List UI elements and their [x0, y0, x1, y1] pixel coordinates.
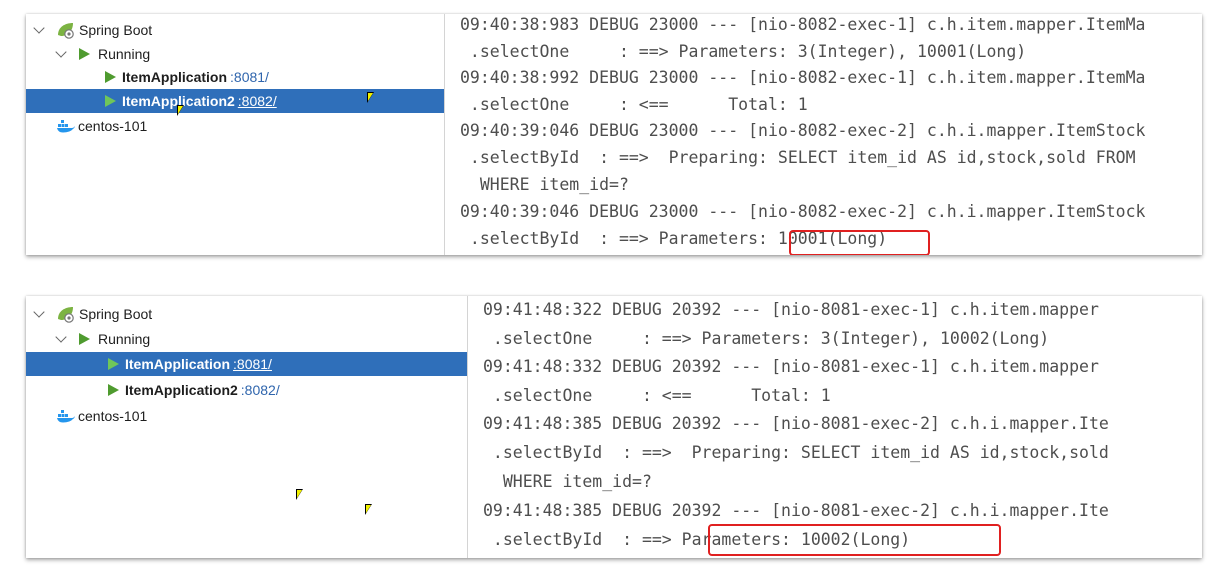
- console-log[interactable]: 09:41:48:322 DEBUG 20392 --- [nio-8081-e…: [468, 296, 1202, 558]
- tree-node-spring-boot[interactable]: Spring Boot: [26, 302, 467, 326]
- log-line: WHERE item_id=?: [460, 175, 629, 194]
- tree-node-item-application2[interactable]: ItemApplication2 :8082/: [26, 378, 467, 402]
- log-line: 09:41:48:385 DEBUG 20392 --- [nio-8081-e…: [483, 414, 1109, 433]
- log-line: .selectOne : <== Total: 1: [460, 95, 808, 114]
- log-line: 09:40:38:983 DEBUG 23000 --- [nio-8082-e…: [460, 15, 1146, 34]
- chevron-down-icon[interactable]: [33, 21, 45, 34]
- run-icon: [105, 71, 116, 83]
- log-line: 09:41:48:332 DEBUG 20392 --- [nio-8081-e…: [483, 357, 1099, 376]
- services-panel-bottom: Spring Boot Running ItemApplication :808…: [26, 296, 1202, 558]
- highlight-box: [789, 230, 930, 255]
- tree-node-running[interactable]: Running: [26, 327, 467, 351]
- spring-boot-label: Spring Boot: [79, 306, 153, 322]
- app-port-link[interactable]: :8082/: [238, 93, 277, 109]
- mouse-cursor-icon: [365, 504, 372, 515]
- tree-node-spring-boot[interactable]: Spring Boot: [26, 18, 444, 42]
- log-line: .selectById : ==> Preparing: SELECT item…: [460, 148, 1136, 167]
- tree-node-centos[interactable]: centos-101: [26, 404, 467, 428]
- log-line: .selectOne : ==> Parameters: 3(Integer),…: [483, 329, 1050, 348]
- chevron-down-icon[interactable]: [33, 305, 45, 318]
- spring-boot-label: Spring Boot: [79, 22, 153, 38]
- log-line: .selectOne : <== Total: 1: [483, 386, 831, 405]
- log-line: 09:41:48:322 DEBUG 20392 --- [nio-8081-e…: [483, 300, 1099, 319]
- log-line: .selectOne : ==> Parameters: 3(Integer),…: [460, 42, 1027, 61]
- mouse-cursor-icon: [367, 92, 374, 103]
- log-line: 09:41:48:385 DEBUG 20392 --- [nio-8081-e…: [483, 501, 1109, 520]
- tree-node-item-application2[interactable]: ItemApplication2 :8082/: [26, 89, 444, 113]
- log-line: WHERE item_id=?: [483, 472, 652, 491]
- tree-node-centos[interactable]: centos-101: [26, 114, 444, 138]
- log-line: .selectById : ==> Preparing: SELECT item…: [483, 443, 1109, 462]
- services-tree: Spring Boot Running ItemApplication :808…: [26, 14, 445, 255]
- services-panel-top: Spring Boot Running ItemApplication :808…: [26, 14, 1202, 255]
- log-line: 09:40:38:992 DEBUG 23000 --- [nio-8082-e…: [460, 68, 1146, 87]
- tree-node-running[interactable]: Running: [26, 42, 444, 66]
- mouse-cursor-icon: [296, 489, 303, 500]
- running-label: Running: [98, 331, 151, 347]
- console-log[interactable]: 09:40:38:983 DEBUG 23000 --- [nio-8082-e…: [445, 14, 1202, 255]
- app-name: ItemApplication: [122, 69, 228, 85]
- run-icon: [79, 48, 90, 60]
- app-port-link[interactable]: :8081/: [233, 356, 272, 372]
- app-name: ItemApplication2: [125, 382, 238, 398]
- spring-boot-icon: [58, 307, 74, 323]
- run-icon: [108, 384, 119, 396]
- services-tree: Spring Boot Running ItemApplication :808…: [26, 296, 468, 558]
- docker-icon: [57, 120, 75, 133]
- run-icon: [108, 358, 119, 370]
- running-label: Running: [98, 46, 151, 62]
- spring-boot-icon: [58, 23, 74, 39]
- centos-label: centos-101: [78, 118, 148, 134]
- log-line: 09:40:39:046 DEBUG 23000 --- [nio-8082-e…: [460, 121, 1146, 140]
- app-port-link[interactable]: :8081/: [230, 69, 269, 85]
- tree-node-item-application[interactable]: ItemApplication :8081/: [26, 352, 467, 376]
- chevron-down-icon[interactable]: [55, 45, 67, 58]
- run-icon: [79, 333, 90, 345]
- app-port-link[interactable]: :8082/: [241, 382, 280, 398]
- log-line: 09:40:39:046 DEBUG 23000 --- [nio-8082-e…: [460, 202, 1146, 221]
- tree-node-item-application[interactable]: ItemApplication :8081/: [26, 65, 444, 89]
- app-name: ItemApplication: [125, 356, 231, 372]
- mouse-cursor-icon: [177, 105, 184, 116]
- docker-icon: [57, 410, 75, 423]
- centos-label: centos-101: [78, 408, 148, 424]
- chevron-down-icon[interactable]: [55, 330, 67, 343]
- highlight-box: [708, 524, 1001, 556]
- run-icon: [105, 95, 116, 107]
